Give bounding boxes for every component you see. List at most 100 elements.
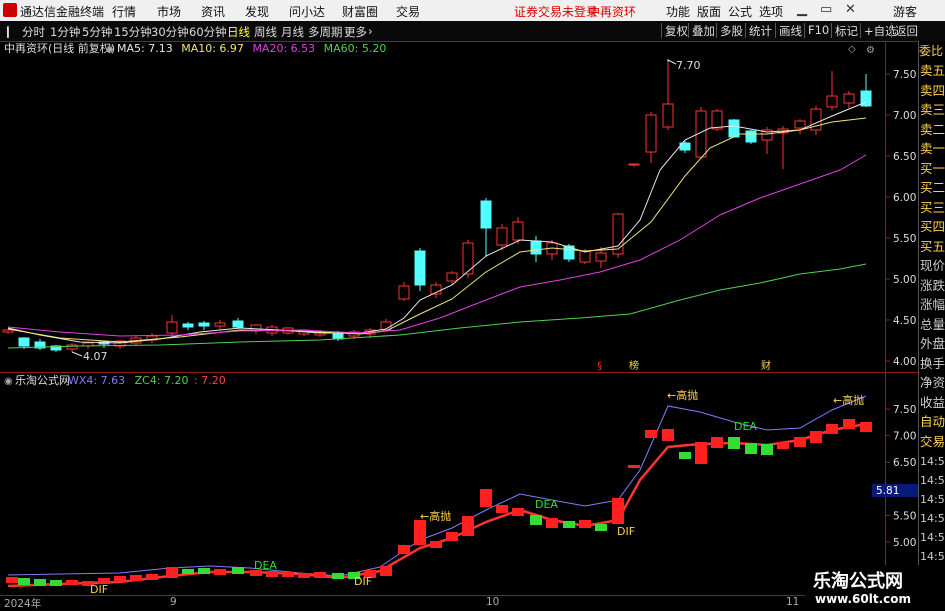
btn-biaoji[interactable]: 标记 xyxy=(831,23,858,38)
rc-time-0: 14:56 xyxy=(920,455,945,468)
rc-0[interactable]: 委比 xyxy=(919,41,945,61)
sub-y-tick-label: 7.50 xyxy=(893,404,916,416)
menu-hangqing[interactable]: 行情 xyxy=(112,3,136,20)
menu-zixun[interactable]: 资讯 xyxy=(201,3,225,20)
period-more[interactable]: 更多 xyxy=(344,24,367,40)
zc4-label: ZC4: 7.20 xyxy=(135,374,189,387)
menu-banmian[interactable]: 版面 xyxy=(697,3,721,20)
period-60min[interactable]: 60分钟 xyxy=(189,24,227,40)
menu-gongneng[interactable]: 功能 xyxy=(666,3,690,20)
close-icon[interactable]: ✕ xyxy=(845,2,856,17)
menu-wenxiaoda[interactable]: 问小达 xyxy=(289,3,325,20)
rc-14[interactable]: 总量 xyxy=(920,315,945,335)
btn-f10[interactable]: F10 xyxy=(804,23,829,38)
rc-9[interactable]: 买四 xyxy=(920,217,945,237)
period-15min[interactable]: 15分钟 xyxy=(114,24,152,40)
menu-xuanxiang[interactable]: 选项 xyxy=(759,3,783,20)
indicator-up-bar xyxy=(66,580,78,585)
indicator-up-bar xyxy=(130,575,142,581)
rc-16[interactable]: 换手 xyxy=(920,354,945,374)
rc-20[interactable]: 交易 xyxy=(920,432,945,452)
rc-2[interactable]: 卖四 xyxy=(920,81,945,101)
menu-caifuquan[interactable]: 财富圈 xyxy=(342,3,378,20)
indicator-down-bar xyxy=(18,578,30,585)
indicator-up-bar xyxy=(398,545,410,554)
sub-settings-icon[interactable]: ◉ xyxy=(4,376,13,387)
indicator-down-bar xyxy=(182,569,194,574)
indicator-up-bar xyxy=(579,520,591,528)
period-1min[interactable]: 1分钟 xyxy=(50,24,80,40)
btn-duogu[interactable]: 多股 xyxy=(716,23,743,38)
rc-15[interactable]: 外盘 xyxy=(920,334,945,354)
period-fenshi[interactable]: 分时 xyxy=(22,24,45,40)
toolbar-left-icon[interactable]: ❙ xyxy=(3,24,13,38)
down-candle xyxy=(728,119,740,138)
rc-6[interactable]: 买一 xyxy=(920,159,945,179)
down-candle xyxy=(182,322,194,330)
rc-time-5: 14:56 xyxy=(920,550,945,563)
more-chevron-icon[interactable]: › xyxy=(368,24,373,38)
rc-5[interactable]: 卖一 xyxy=(920,139,945,159)
down-candle xyxy=(745,130,757,144)
user-label[interactable]: 游客 xyxy=(893,3,917,20)
login-warning[interactable]: 证券交易未登录 xyxy=(514,3,598,20)
rc-13[interactable]: 涨幅 xyxy=(920,295,945,315)
indicator-up-bar xyxy=(843,419,855,429)
rc-18[interactable]: 收益 xyxy=(920,393,945,413)
btn-fanhui[interactable]: 返回 xyxy=(891,23,918,38)
up-candle xyxy=(794,119,806,134)
btn-diejia[interactable]: 叠加 xyxy=(688,23,715,38)
indicator-up-bar xyxy=(480,489,492,507)
kline-main-chart[interactable]: 7.50 7.00 6.50 6.00 5.50 5.00 4.50 4.00 7.70 4.0… xyxy=(0,41,918,373)
candle-body xyxy=(662,103,674,128)
indicator-sub-chart[interactable]: 7.507.006.506.005.505.005.81 ←高抛←高抛←高抛DE… xyxy=(0,373,918,595)
rc-8[interactable]: 买三 xyxy=(920,198,945,218)
indicator-down-bar xyxy=(745,443,757,454)
rc-time-4: 14:56 xyxy=(920,531,945,544)
indicator-up-bar xyxy=(430,541,442,548)
rc-17[interactable]: 净资 xyxy=(920,373,945,393)
rc-time-3: 14:56 xyxy=(920,512,945,525)
btn-fuquan[interactable]: 复权 xyxy=(661,23,688,38)
candle-body xyxy=(446,272,458,282)
main-header: 中再资环(日线 前复权) ◉ MA5: 7.13 MA10: 6.97 MA20… xyxy=(4,41,875,56)
candle-body xyxy=(66,344,78,350)
rc-12[interactable]: 涨跌 xyxy=(920,276,945,296)
indicator-up-bar xyxy=(860,422,872,432)
up-candle xyxy=(214,320,226,330)
period-multi[interactable]: 多周期 xyxy=(308,24,343,40)
restore-icon[interactable]: ▭ xyxy=(820,2,832,17)
rc-19[interactable]: 自动 xyxy=(920,412,945,432)
down-candle xyxy=(414,248,426,291)
rc-7[interactable]: 买二 xyxy=(920,178,945,198)
period-30min[interactable]: 30分钟 xyxy=(151,24,189,40)
settings-gear-icon[interactable]: ⚙ xyxy=(866,45,875,56)
indicator-up-bar xyxy=(166,567,178,578)
rc-4[interactable]: 卖二 xyxy=(920,120,945,140)
dif-label: DIF xyxy=(354,575,372,588)
period-5min[interactable]: 5分钟 xyxy=(82,24,112,40)
menu-jiaoyi[interactable]: 交易 xyxy=(396,3,420,20)
rc-1[interactable]: 卖五 xyxy=(920,61,945,81)
rc-3[interactable]: 卖三 xyxy=(920,100,945,120)
diamond-icon[interactable]: ◇ xyxy=(848,44,856,55)
menu-faxian[interactable]: 发现 xyxy=(245,3,269,20)
btn-huaxian[interactable]: 画线 xyxy=(775,23,802,38)
sub-header: ◉ 乐淘公式网 WX4: 7.63 ZC4: 7.20 : 7.20 xyxy=(4,374,226,387)
indicator-down-bar xyxy=(530,515,542,525)
up-candle xyxy=(612,213,624,258)
menu-shichang[interactable]: 市场 xyxy=(157,3,181,20)
period-daily[interactable]: 日线 xyxy=(227,24,250,40)
indicator-down-bar xyxy=(34,579,46,586)
menu-gongshi[interactable]: 公式 xyxy=(728,3,752,20)
minimize-icon[interactable]: ▁ xyxy=(797,2,807,17)
period-weekly[interactable]: 周线 xyxy=(254,24,277,40)
candle-body xyxy=(480,200,492,229)
candle-body xyxy=(530,240,542,255)
sub-y-tick-label: 6.50 xyxy=(893,457,916,469)
period-monthly[interactable]: 月线 xyxy=(281,24,304,40)
btn-tongji[interactable]: 统计 xyxy=(745,23,772,38)
rc-11[interactable]: 现价 xyxy=(920,256,945,276)
rc-10[interactable]: 买五 xyxy=(920,237,945,257)
chart-settings-icon[interactable]: ◉ xyxy=(106,44,115,55)
